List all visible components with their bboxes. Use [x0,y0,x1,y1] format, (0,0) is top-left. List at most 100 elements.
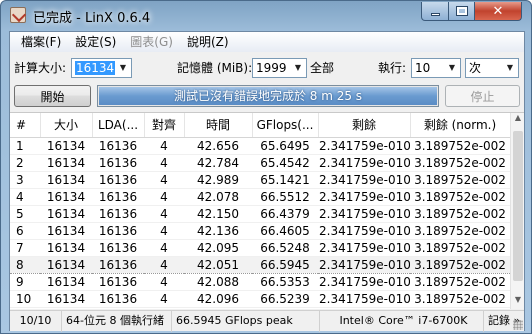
cell-align: 4 [144,171,184,189]
column-header-align[interactable]: 對齊 [144,113,185,138]
scroll-thumb[interactable] [513,131,523,281]
cell-align: 4 [144,137,184,155]
cell-index: 4 [10,188,40,206]
dropdown-arrow-icon[interactable]: ▼ [444,59,460,77]
menu-file[interactable]: 檔案(F) [14,32,68,52]
table-row[interactable]: 9 16134 16136 4 42.088 66.5353 2.341759e-010 3.… [10,273,510,291]
runs-unit-combobox[interactable]: 次 ▼ [465,58,519,78]
column-header-size[interactable]: 大小 [40,113,93,138]
cell-time: 42.656 [184,137,252,155]
cell-residual-norm: 3.189752e-002 [410,290,510,308]
stop-button[interactable]: 停止 [445,85,520,107]
cell-size: 16134 [40,154,92,172]
column-header-residual[interactable]: 剩餘 [318,113,411,138]
cell-size: 16134 [40,137,92,155]
cell-gflops: 66.5353 [252,273,318,291]
cell-index: 2 [10,154,40,172]
problem-size-combobox[interactable]: 16134 ▼ [71,58,132,78]
column-header-time[interactable]: 時間 [184,113,253,138]
status-thread-info: 64-位元 8 個執行緒 [62,311,172,332]
cell-time: 42.096 [184,290,252,308]
dropdown-arrow-icon[interactable]: ▼ [502,59,518,77]
cell-time: 42.051 [184,255,252,274]
cell-gflops: 65.1421 [252,171,318,189]
cell-size: 16134 [40,205,92,223]
table-row[interactable]: 10 16134 16136 4 42.096 66.5239 2.341759e-010 3… [10,290,510,308]
cell-lda: 16136 [92,239,144,257]
table-row[interactable]: 7 16134 16136 4 42.095 66.5248 2.341759e-010 3.… [10,239,510,257]
table-row[interactable]: 8 16134 16136 4 42.051 66.5945 2.341759e-010 3.… [10,255,510,274]
cell-index: 5 [10,205,40,223]
cell-residual: 2.341759e-010 [318,188,410,206]
problem-size-label: 計算大小: [14,61,67,75]
settings-row: 計算大小: 16134 ▼ 記憶體 (MiB): 1999 ▼ 全部 執行: 1… [10,56,524,82]
dropdown-arrow-icon[interactable]: ▼ [290,59,306,77]
app-icon[interactable] [10,7,26,23]
results-table: # 大小 LDA(... 對齊 時間 GFlops(... 剩餘 剩餘 (nor… [10,112,524,309]
column-header-lda[interactable]: LDA(... [92,113,145,138]
table-row[interactable]: 1 16134 16136 4 42.656 65.6495 2.341759e-010 3.… [10,137,510,155]
cell-residual: 2.341759e-010 [318,171,410,189]
menu-graph[interactable]: 圖表(G) [123,32,180,52]
cell-index: 8 [10,255,40,274]
table-row[interactable]: 5 16134 16136 4 42.150 66.4379 2.341759e-010 3.… [10,205,510,223]
column-header-index[interactable]: # [10,113,41,138]
minimize-button[interactable] [421,2,449,21]
memory-combobox[interactable]: 1999 ▼ [252,58,307,78]
cell-gflops: 66.5512 [252,188,318,206]
table-row[interactable]: 6 16134 16136 4 42.136 66.4605 2.341759e-010 3.… [10,222,510,240]
cell-lda: 16136 [92,222,144,240]
status-run-count: 10/10 [10,311,62,332]
scroll-down-icon[interactable]: ▼ [511,295,524,309]
cell-residual: 2.341759e-010 [318,239,410,257]
dropdown-arrow-icon[interactable]: ▼ [115,59,131,77]
close-icon: ✕ [492,3,504,19]
cell-residual-norm: 3.189752e-002 [410,188,510,206]
cell-lda: 16136 [92,273,144,291]
cell-residual-norm: 3.189752e-002 [410,137,510,155]
cell-residual: 2.341759e-010 [318,255,410,274]
cell-time: 42.088 [184,273,252,291]
cell-residual-norm: 3.189752e-002 [410,273,510,291]
column-header-residual-norm[interactable]: 剩餘 (norm.) [410,113,511,138]
cell-lda: 16136 [92,137,144,155]
cell-align: 4 [144,154,184,172]
maximize-button[interactable] [448,2,475,21]
cell-gflops: 65.4542 [252,154,318,172]
menu-help[interactable]: 說明(Z) [180,32,236,52]
cell-time: 42.136 [184,222,252,240]
cell-residual: 2.341759e-010 [318,154,410,172]
column-header-gflops[interactable]: GFlops(... [252,113,319,138]
close-button[interactable]: ✕ [474,2,522,21]
cell-size: 16134 [40,255,92,274]
scroll-up-icon[interactable]: ▲ [511,113,524,128]
cell-gflops: 66.4605 [252,222,318,240]
cell-index: 7 [10,239,40,257]
table-row[interactable]: 2 16134 16136 4 42.784 65.4542 2.341759e-010 3.… [10,154,510,172]
cell-residual: 2.341759e-010 [318,205,410,223]
maximize-icon [455,6,468,16]
status-cpu: Intel® Core™ i7-6700K [320,311,484,332]
memory-all-label: 全部 [310,61,335,75]
cell-residual-norm: 3.189752e-002 [410,239,510,257]
cell-align: 4 [144,222,184,240]
cell-time: 42.150 [184,205,252,223]
title-bar[interactable]: 已完成 - LinX 0.6.4 ✕ [1,1,531,31]
status-bar: 10/10 64-位元 8 個執行緒 66.5945 GFlops peak I… [10,310,524,332]
menu-settings[interactable]: 設定(S) [68,32,123,52]
cell-size: 16134 [40,273,92,291]
cell-time: 42.784 [184,154,252,172]
start-button[interactable]: 開始 [14,85,91,107]
cell-residual-norm: 3.189752e-002 [410,205,510,223]
cell-align: 4 [144,239,184,257]
cell-size: 16134 [40,188,92,206]
cell-residual-norm: 3.189752e-002 [410,255,510,274]
table-row[interactable]: 3 16134 16136 4 42.989 65.1421 2.341759e-010 3.… [10,171,510,189]
runs-combobox[interactable]: 10 ▼ [411,58,461,78]
cell-residual: 2.341759e-010 [318,222,410,240]
table-row[interactable]: 4 16134 16136 4 42.078 66.5512 2.341759e-010 3.… [10,188,510,206]
cell-gflops: 66.5248 [252,239,318,257]
vertical-scrollbar[interactable]: ▲ ▼ [510,113,524,309]
resize-grip-icon[interactable] [513,320,523,330]
cell-gflops: 66.4379 [252,205,318,223]
